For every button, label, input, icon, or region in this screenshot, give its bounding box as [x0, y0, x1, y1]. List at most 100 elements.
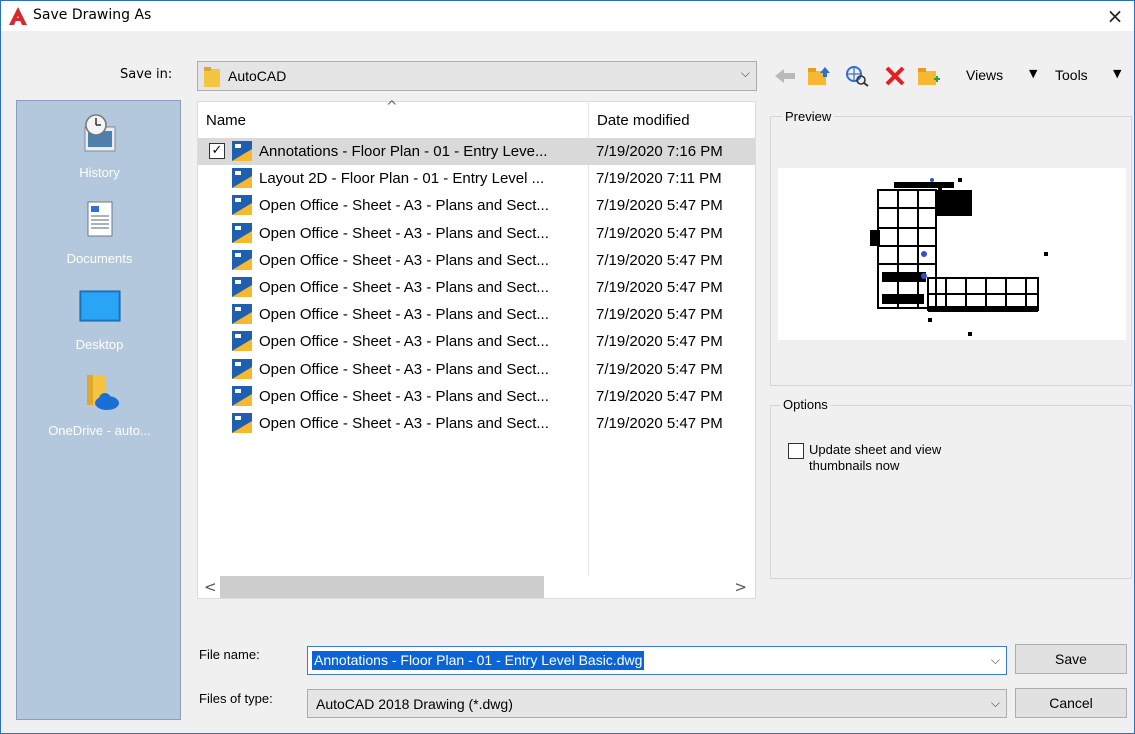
file-date: 7/19/2020 5:47 PM — [596, 278, 723, 296]
dwg-file-icon — [232, 412, 252, 433]
file-row[interactable]: Open Office - Sheet - A3 - Plans and Sec… — [198, 383, 755, 410]
dwg-file-icon — [232, 276, 252, 297]
file-date: 7/19/2020 5:47 PM — [596, 197, 723, 215]
file-row[interactable]: Open Office - Sheet - A3 - Plans and Sec… — [198, 410, 755, 437]
places-item-history[interactable]: History — [17, 109, 182, 195]
update-thumbnails-label: Update sheet and view thumbnails now — [809, 442, 1009, 474]
preview-label: Preview — [782, 109, 835, 124]
scroll-left-icon[interactable]: < — [204, 578, 217, 596]
delete-icon[interactable] — [883, 65, 907, 87]
places-label-desktop: Desktop — [75, 337, 124, 352]
file-date: 7/19/2020 5:47 PM — [596, 251, 723, 269]
file-rows: ✓ Annotations - Floor Plan - 01 - Entry … — [198, 138, 755, 437]
dwg-file-icon — [232, 358, 252, 379]
file-row[interactable]: Open Office - Sheet - A3 - Plans and Sec… — [198, 247, 755, 274]
scrollbar-thumb[interactable] — [220, 576, 544, 598]
update-thumbnails-label-line2: thumbnails now — [809, 458, 900, 473]
column-header-date-label: Date modified — [597, 112, 690, 129]
places-label-history: History — [79, 165, 120, 180]
file-name: Open Office - Sheet - A3 - Plans and Sec… — [259, 333, 549, 351]
dwg-file-icon — [232, 385, 252, 406]
save-in-dropdown[interactable]: AutoCAD ⌵ — [197, 61, 757, 91]
file-row[interactable]: Open Office - Sheet - A3 - Plans and Sec… — [198, 356, 755, 383]
places-label-documents: Documents — [66, 251, 133, 266]
places-label-onedrive: OneDrive - auto... — [48, 423, 151, 438]
files-of-type-label: Files of type: — [199, 691, 273, 706]
places-item-onedrive[interactable]: OneDrive - auto... — [17, 367, 182, 453]
file-row[interactable]: Open Office - Sheet - A3 - Plans and Sec… — [198, 192, 755, 219]
folder-icon — [204, 67, 220, 87]
scroll-right-icon[interactable]: > — [734, 578, 747, 596]
places-item-documents[interactable]: Documents — [17, 195, 182, 281]
file-row[interactable]: Open Office - Sheet - A3 - Plans and Sec… — [198, 328, 755, 355]
file-name-input[interactable]: Annotations - Floor Plan - 01 - Entry Le… — [307, 646, 1007, 675]
file-row[interactable]: Layout 2D - Floor Plan - 01 - Entry Leve… — [198, 165, 755, 192]
dwg-file-icon — [232, 249, 252, 270]
file-name-value: Annotations - Floor Plan - 01 - Entry Le… — [312, 651, 645, 670]
dwg-file-icon — [232, 331, 252, 352]
dwg-file-icon — [232, 304, 252, 325]
file-name: Annotations - Floor Plan - 01 - Entry Le… — [259, 143, 548, 160]
dwg-file-icon — [232, 222, 252, 243]
onedrive-icon — [87, 375, 119, 410]
chevron-down-icon: ⌵ — [990, 696, 1000, 710]
new-folder-icon[interactable] — [917, 65, 941, 87]
update-thumbnails-checkbox[interactable] — [788, 443, 804, 459]
cancel-button[interactable]: Cancel — [1015, 688, 1127, 718]
column-header-date[interactable]: Date modified — [588, 102, 756, 138]
column-header-name-label: Name — [206, 112, 247, 129]
views-menu[interactable]: Views — [966, 67, 1003, 83]
file-name: Layout 2D - Floor Plan - 01 - Entry Leve… — [259, 170, 545, 188]
desktop-icon — [79, 290, 121, 322]
search-web-icon[interactable] — [845, 65, 869, 87]
file-date: 7/19/2020 5:47 PM — [596, 360, 723, 378]
autocad-logo-icon — [9, 7, 27, 25]
toolbar: Views ▼ Tools ▼ — [773, 61, 1131, 91]
options-group — [770, 405, 1132, 579]
files-of-type-value: AutoCAD 2018 Drawing (*.dwg) — [316, 696, 513, 712]
file-name-label: File name: — [199, 647, 260, 662]
column-header-name[interactable]: ^ Name — [198, 99, 588, 138]
file-row[interactable]: ✓ Annotations - Floor Plan - 01 - Entry … — [198, 138, 755, 166]
save-in-label: Save in: — [120, 67, 173, 82]
tools-dropdown-arrow-icon[interactable]: ▼ — [1113, 67, 1121, 80]
history-icon — [84, 114, 116, 152]
back-arrow-icon[interactable] — [773, 65, 797, 87]
file-row[interactable]: Open Office - Sheet - A3 - Plans and Sec… — [198, 220, 755, 247]
file-date: 7/19/2020 5:47 PM — [596, 224, 723, 242]
chevron-down-icon[interactable]: ⌵ — [991, 653, 1000, 668]
dwg-file-icon — [232, 168, 252, 189]
floor-plan-preview-image — [870, 178, 1048, 336]
file-name: Open Office - Sheet - A3 - Plans and Sec… — [259, 278, 549, 296]
save-button[interactable]: Save — [1015, 644, 1127, 674]
file-date: 7/19/2020 5:47 PM — [596, 414, 723, 432]
file-date: 7/19/2020 5:47 PM — [596, 333, 723, 351]
file-row[interactable]: Open Office - Sheet - A3 - Plans and Sec… — [198, 274, 755, 301]
preview-thumbnail — [778, 168, 1126, 340]
file-date: 7/19/2020 5:47 PM — [596, 387, 723, 405]
file-date: 7/19/2020 7:16 PM — [596, 143, 723, 160]
save-in-value: AutoCAD — [228, 68, 287, 84]
close-button[interactable]: × — [1100, 3, 1130, 29]
update-thumbnails-label-line1: Update sheet and view — [809, 442, 942, 457]
file-list: ^ Name Date modified ✓ Annotations - Flo… — [197, 99, 756, 599]
file-name: Open Office - Sheet - A3 - Plans and Sec… — [259, 360, 549, 378]
tools-menu[interactable]: Tools — [1055, 67, 1088, 83]
file-name: Open Office - Sheet - A3 - Plans and Sec… — [259, 197, 549, 215]
up-folder-icon[interactable] — [807, 65, 831, 87]
horizontal-scrollbar[interactable]: < > — [198, 576, 755, 598]
documents-icon — [87, 201, 113, 237]
file-name: Open Office - Sheet - A3 - Plans and Sec… — [259, 414, 549, 432]
save-drawing-dialog: Save Drawing As × Save in: AutoCAD ⌵ Vie… — [0, 0, 1135, 734]
options-label: Options — [780, 397, 831, 412]
dwg-file-icon — [232, 195, 252, 216]
files-of-type-dropdown[interactable]: AutoCAD 2018 Drawing (*.dwg) ⌵ — [307, 689, 1007, 718]
window-title: Save Drawing As — [33, 7, 152, 23]
row-checkbox[interactable]: ✓ — [209, 143, 225, 159]
chevron-down-icon: ⌵ — [740, 66, 750, 80]
file-name: Open Office - Sheet - A3 - Plans and Sec… — [259, 251, 549, 269]
places-item-desktop[interactable]: Desktop — [17, 281, 182, 367]
file-date: 7/19/2020 7:11 PM — [596, 170, 722, 188]
file-row[interactable]: Open Office - Sheet - A3 - Plans and Sec… — [198, 301, 755, 328]
views-dropdown-arrow-icon[interactable]: ▼ — [1029, 67, 1037, 80]
